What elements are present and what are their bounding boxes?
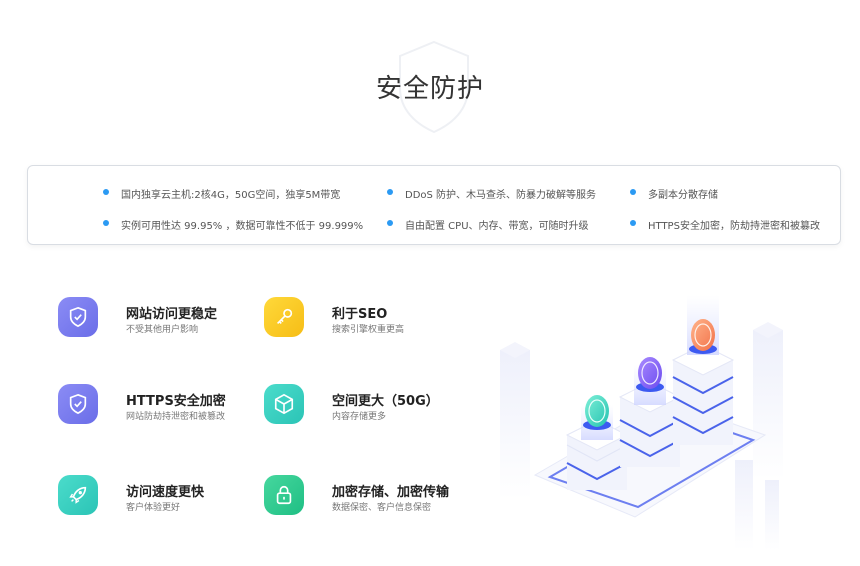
feature-item: 国内独享云主机:2核4G，50G空间，独享5M带宽	[103, 186, 341, 201]
server-stack-illustration	[500, 295, 783, 550]
shield-check-icon	[58, 384, 98, 424]
feature-text: DDoS 防护、木马查杀、防暴力破解等服务	[405, 190, 597, 201]
bullet-dot	[387, 189, 393, 195]
card-subtitle: 内容存储更多	[332, 412, 387, 422]
card-subtitle: 网站防劫持泄密和被篡改	[126, 412, 226, 422]
bullet-dot	[630, 189, 636, 195]
card-title: 访问速度更快	[126, 485, 205, 500]
benefit-card: 加密存储、加密传输 数据保密、客户信息保密	[264, 475, 464, 535]
feature-text: HTTPS安全加密，防劫持泄密和被篡改	[648, 221, 820, 232]
benefit-card: 利于SEO 搜索引擎权重更高	[264, 297, 464, 357]
benefit-card: 访问速度更快 客户体验更好	[58, 475, 258, 535]
cube-icon	[264, 384, 304, 424]
feature-item: 自由配置 CPU、内存、带宽，可随时升级	[387, 217, 589, 232]
section-header: 安全防护	[0, 0, 860, 150]
rocket-icon	[58, 475, 98, 515]
feature-item: DDoS 防护、木马查杀、防暴力破解等服务	[387, 186, 597, 201]
card-subtitle: 不受其他用户影响	[126, 325, 199, 335]
feature-item: 多副本分散存储	[630, 186, 718, 201]
card-subtitle: 客户体验更好	[126, 503, 181, 513]
lock-icon	[264, 475, 304, 515]
features-panel: 国内独享云主机:2核4G，50G空间，独享5M带宽 DDoS 防护、木马查杀、防…	[27, 165, 841, 245]
bullet-dot	[103, 220, 109, 226]
feature-item: 实例可用性达 99.95% ，数据可靠性不低于 99.999%	[103, 217, 364, 232]
benefit-card: HTTPS安全加密 网站防劫持泄密和被篡改	[58, 384, 258, 444]
bullet-dot	[103, 189, 109, 195]
feature-item: HTTPS安全加密，防劫持泄密和被篡改	[630, 217, 820, 232]
card-title: 加密存储、加密传输	[332, 485, 450, 500]
key-icon	[264, 297, 304, 337]
benefit-card: 网站访问更稳定 不受其他用户影响	[58, 297, 258, 357]
shield-check-icon	[58, 297, 98, 337]
bullet-dot	[387, 220, 393, 226]
feature-text: 多副本分散存储	[648, 190, 718, 201]
feature-text: 实例可用性达 99.95% ，数据可靠性不低于 99.999%	[121, 221, 364, 232]
card-subtitle: 数据保密、客户信息保密	[332, 503, 432, 513]
benefit-card: 空间更大（50G） 内容存储更多	[264, 384, 464, 444]
card-title: 网站访问更稳定	[126, 307, 218, 322]
page-title: 安全防护	[375, 74, 484, 104]
feature-text: 国内独享云主机:2核4G，50G空间，独享5M带宽	[121, 190, 341, 201]
card-title: 利于SEO	[332, 307, 388, 322]
card-title: 空间更大（50G）	[332, 394, 439, 409]
bullet-dot	[630, 220, 636, 226]
card-title: HTTPS安全加密	[126, 394, 226, 409]
feature-text: 自由配置 CPU、内存、带宽，可随时升级	[405, 221, 589, 232]
card-subtitle: 搜索引擎权重更高	[332, 325, 405, 335]
